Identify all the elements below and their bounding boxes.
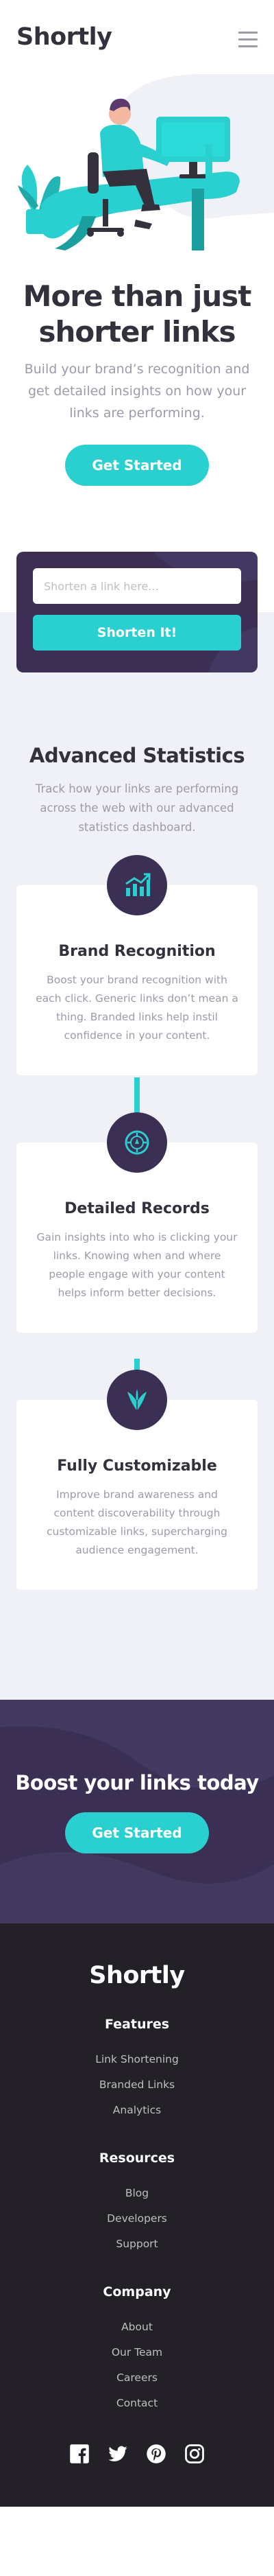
statistics-section: Advanced Statistics Track how your links… — [0, 689, 274, 1700]
fully-customizable-icon — [107, 1370, 167, 1430]
shorten-link-input[interactable] — [33, 568, 241, 604]
footer-column-features: Features Link Shortening Branded Links A… — [16, 2017, 258, 2123]
footer-link[interactable]: About — [16, 2315, 258, 2340]
footer-link[interactable]: Our Team — [16, 2340, 258, 2365]
footer-link[interactable]: Support — [16, 2232, 258, 2257]
footer-link[interactable]: Branded Links — [16, 2072, 258, 2098]
footer-logo[interactable]: Shortly — [16, 1962, 258, 1989]
pinterest-icon[interactable] — [146, 2444, 166, 2464]
footer-link[interactable]: Contact — [16, 2391, 258, 2416]
site-footer: Shortly Features Link Shortening Branded… — [0, 1923, 274, 2507]
feature-list: Brand Recognition Boost your brand recog… — [16, 855, 258, 1590]
footer-link[interactable]: Analytics — [16, 2098, 258, 2123]
feature-text: Gain insights into who is clicking your … — [36, 1231, 238, 1299]
shorten-section: Shorten It! — [0, 552, 274, 689]
footer-column-title: Features — [104, 2017, 170, 2032]
hamburger-menu-icon[interactable] — [238, 32, 258, 48]
feature-card-detailed-records: Detailed Records Gain insights into who … — [16, 1112, 258, 1333]
feature-card-fully-customizable: Fully Customizable Improve brand awarene… — [16, 1370, 258, 1590]
social-links — [16, 2444, 258, 2464]
footer-link[interactable]: Careers — [16, 2365, 258, 2391]
feature-title: Detailed Records — [64, 1200, 210, 1217]
footer-link[interactable]: Blog — [16, 2181, 258, 2206]
footer-link[interactable]: Developers — [16, 2206, 258, 2232]
footer-link[interactable]: Link Shortening — [16, 2047, 258, 2072]
feature-title: Brand Recognition — [58, 943, 216, 960]
shorten-it-button[interactable]: Shorten It! — [33, 615, 241, 651]
footer-column-title: Company — [103, 2284, 171, 2299]
facebook-icon[interactable] — [69, 2444, 90, 2464]
feature-text: Boost your brand recognition with each c… — [36, 974, 238, 1042]
site-header: Shortly — [0, 0, 274, 75]
footer-column-company: Company About Our Team Careers Contact — [16, 2284, 258, 2416]
feature-text: Improve brand awareness and content disc… — [46, 1488, 228, 1556]
detailed-records-icon — [107, 1112, 167, 1173]
footer-column-title: Resources — [99, 2151, 175, 2166]
hero-title: More than just shorter links — [23, 279, 252, 349]
statistics-subtitle: Track how your links are performing acro… — [35, 782, 239, 834]
shorten-form: Shorten It! — [16, 552, 258, 672]
feature-title: Fully Customizable — [57, 1457, 217, 1475]
person-working-at-desk-illustration — [0, 69, 274, 268]
boost-get-started-button[interactable]: Get Started — [65, 1812, 209, 1853]
feature-card-brand-recognition: Brand Recognition Boost your brand recog… — [16, 855, 258, 1075]
statistics-title: Advanced Statistics — [29, 744, 245, 767]
boost-title: Boost your links today — [15, 1771, 259, 1794]
get-started-button[interactable]: Get Started — [65, 445, 209, 486]
boost-section: Boost your links today Get Started — [0, 1700, 274, 1923]
hero-section: More than just shorter links Build your … — [0, 69, 274, 486]
brand-recognition-icon — [107, 855, 167, 915]
footer-column-resources: Resources Blog Developers Support — [16, 2151, 258, 2257]
instagram-icon[interactable] — [184, 2444, 205, 2464]
twitter-icon[interactable] — [108, 2444, 128, 2464]
site-logo[interactable]: Shortly — [16, 23, 112, 51]
hero-subtitle: Build your brand’s recognition and get d… — [24, 362, 250, 421]
